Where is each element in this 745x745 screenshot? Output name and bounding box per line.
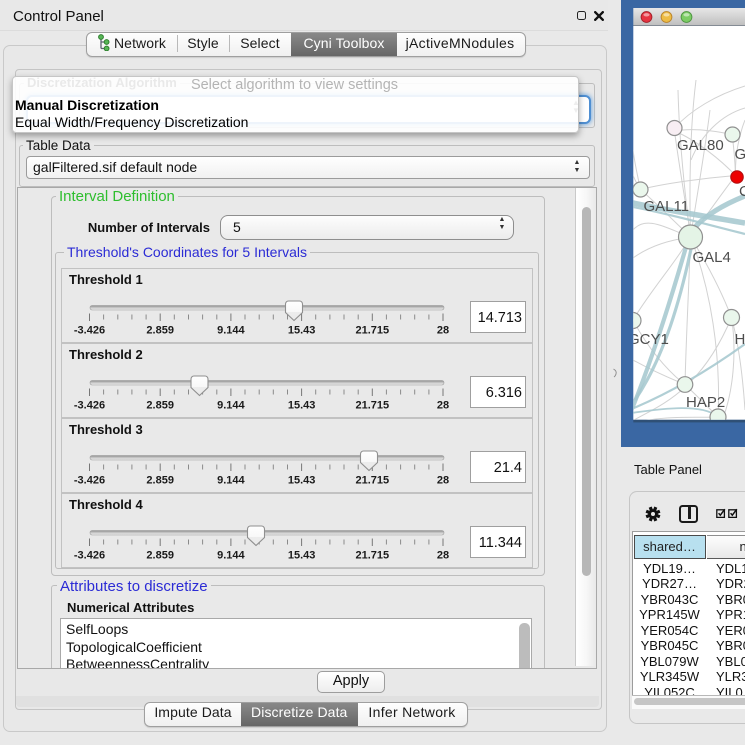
- svg-text:GAL11: GAL11: [644, 198, 690, 215]
- svg-text:GAL4: GAL4: [693, 249, 731, 266]
- svg-text:GAL80: GAL80: [677, 137, 724, 154]
- svg-text:28: 28: [437, 325, 449, 337]
- svg-text:2.859: 2.859: [146, 550, 174, 562]
- svg-text:-3.426: -3.426: [74, 400, 105, 412]
- svg-text:15.43: 15.43: [288, 550, 316, 562]
- svg-text:15.43: 15.43: [288, 325, 316, 337]
- svg-text:H: H: [735, 331, 745, 348]
- svg-text:28: 28: [437, 550, 449, 562]
- svg-text:2.859: 2.859: [146, 475, 174, 487]
- svg-text:2.859: 2.859: [146, 400, 174, 412]
- svg-text:21.715: 21.715: [355, 325, 389, 337]
- svg-text:21.715: 21.715: [355, 550, 389, 562]
- svg-text:9.144: 9.144: [217, 325, 245, 337]
- svg-text:GA: GA: [735, 146, 745, 163]
- svg-text:-3.426: -3.426: [74, 475, 105, 487]
- svg-text:2.859: 2.859: [146, 325, 174, 337]
- svg-text:9.144: 9.144: [217, 475, 245, 487]
- svg-text:9.144: 9.144: [217, 550, 245, 562]
- svg-text:28: 28: [437, 400, 449, 412]
- svg-text:C: C: [739, 183, 745, 200]
- svg-text:GCY1: GCY1: [628, 331, 669, 348]
- svg-text:-3.426: -3.426: [74, 550, 105, 562]
- svg-text:28: 28: [437, 475, 449, 487]
- svg-text:9.144: 9.144: [217, 400, 245, 412]
- svg-text:21.715: 21.715: [355, 475, 389, 487]
- svg-text:HAP2: HAP2: [686, 394, 725, 411]
- svg-text:21.715: 21.715: [355, 400, 389, 412]
- svg-text:15.43: 15.43: [288, 400, 316, 412]
- svg-text:-3.426: -3.426: [74, 325, 105, 337]
- svg-text:15.43: 15.43: [288, 475, 316, 487]
